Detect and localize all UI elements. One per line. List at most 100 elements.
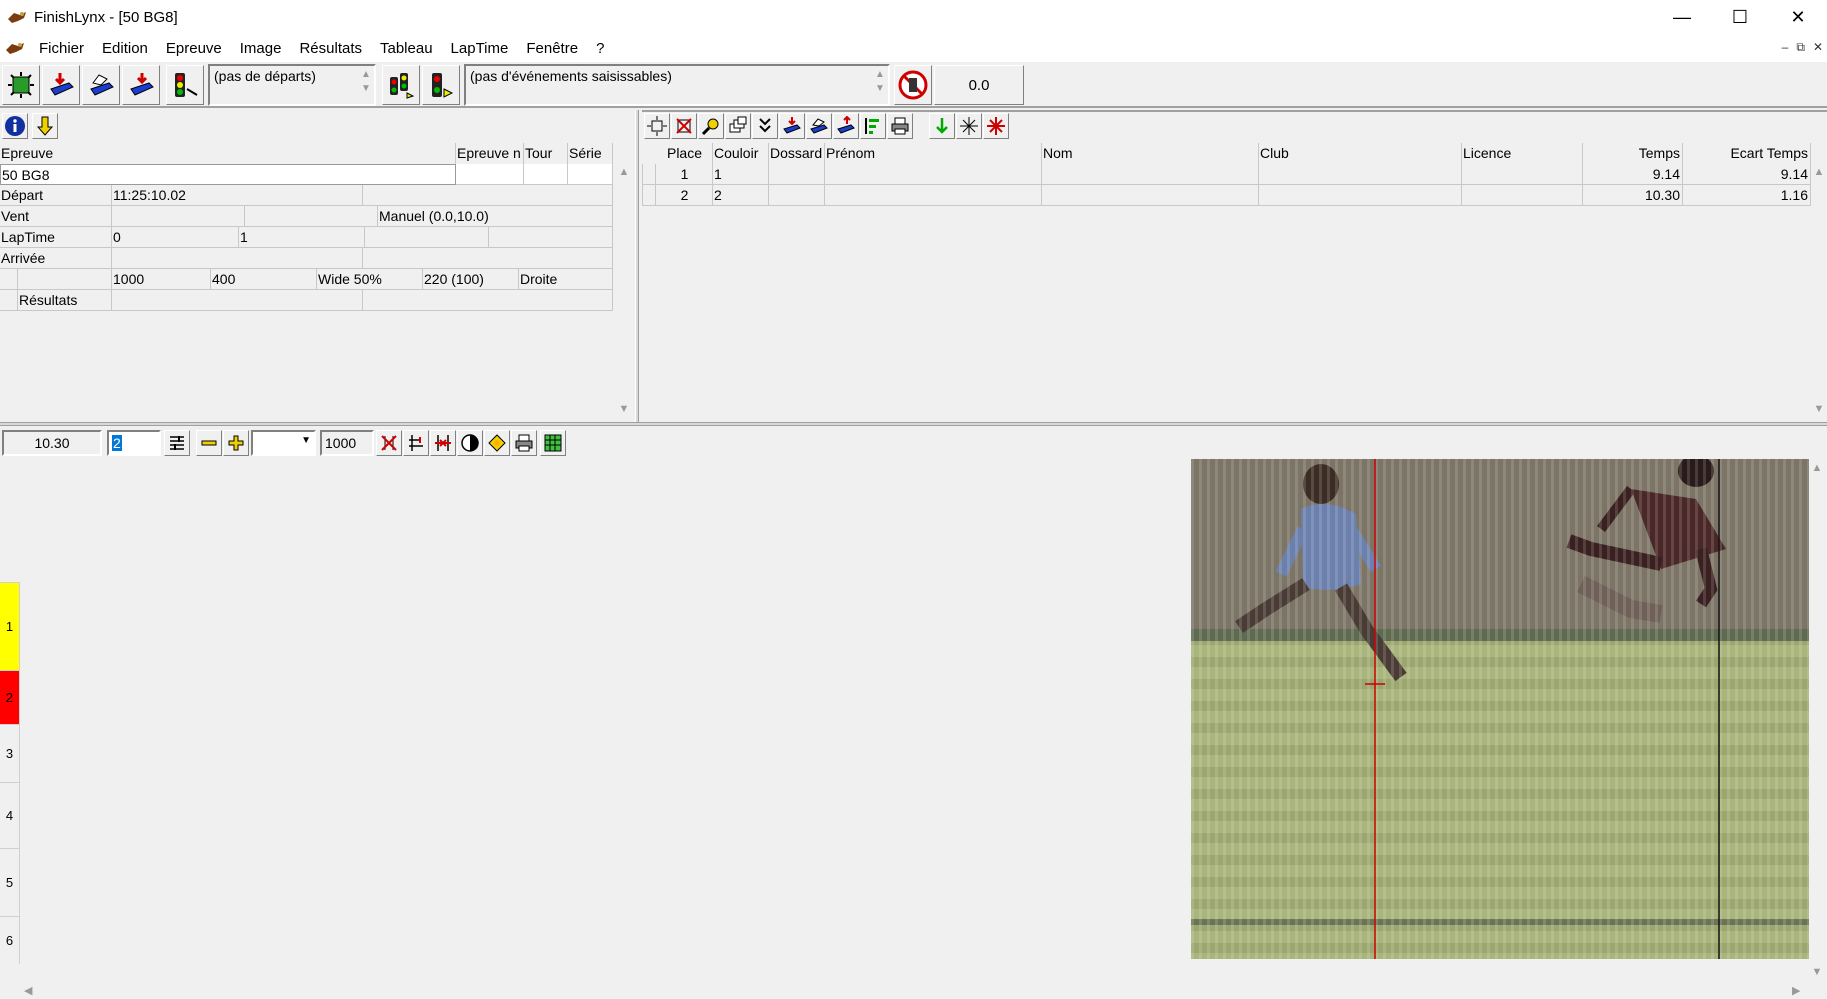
col-ecart-temps[interactable]: Ecart Temps bbox=[1683, 143, 1811, 164]
mdi-close-button[interactable]: ✕ bbox=[1813, 40, 1823, 55]
sort-results-button[interactable] bbox=[860, 113, 886, 139]
clear-image-button[interactable] bbox=[376, 430, 402, 456]
accept-button[interactable] bbox=[929, 113, 955, 139]
image-scroll-up[interactable]: ▲ bbox=[1809, 462, 1825, 474]
no-entry-button[interactable] bbox=[894, 65, 932, 105]
wind-mode[interactable]: Manuel (0.0,10.0) bbox=[378, 206, 613, 227]
open-event-button[interactable] bbox=[42, 65, 80, 105]
lane-input[interactable]: 2 bbox=[107, 430, 161, 456]
zoom-out-button[interactable] bbox=[196, 430, 222, 456]
cell-place[interactable]: 1 bbox=[656, 164, 713, 185]
starts-combo-spin[interactable]: ▲ ▼ bbox=[360, 68, 372, 96]
cell-license[interactable] bbox=[1462, 185, 1583, 206]
cell-first-name[interactable] bbox=[825, 185, 1042, 206]
starts-combo[interactable]: (pas de départs) ▲ ▼ bbox=[208, 64, 376, 106]
col-nom[interactable]: Nom bbox=[1042, 143, 1259, 164]
import-results-button[interactable] bbox=[779, 113, 805, 139]
results-scroll-up[interactable]: ▲ bbox=[1811, 166, 1827, 178]
sort-down-button[interactable] bbox=[32, 113, 58, 139]
cell-lane[interactable]: 1 bbox=[713, 164, 769, 185]
start-extra-value[interactable] bbox=[363, 185, 613, 206]
cell-club[interactable] bbox=[1259, 164, 1462, 185]
lane-label-3[interactable]: 3 bbox=[0, 724, 20, 782]
export-results-button[interactable] bbox=[833, 113, 859, 139]
results-value[interactable] bbox=[112, 290, 363, 311]
laptime-value-3[interactable] bbox=[365, 227, 489, 248]
density-input[interactable]: 1000 bbox=[320, 430, 374, 456]
menu-epreuve[interactable]: Epreuve bbox=[157, 40, 231, 57]
image-scroll-down[interactable]: ▼ bbox=[1809, 966, 1825, 978]
cell-bib[interactable] bbox=[769, 185, 825, 206]
lane-label-5[interactable]: 5 bbox=[0, 848, 20, 916]
cell-club[interactable] bbox=[1259, 185, 1462, 206]
col-licence[interactable]: Licence bbox=[1462, 143, 1583, 164]
col-couloir[interactable]: Couloir bbox=[713, 143, 769, 164]
cell-place[interactable]: 2 bbox=[656, 185, 713, 206]
start-sensor-button[interactable] bbox=[166, 65, 204, 105]
menu-edition[interactable]: Edition bbox=[93, 40, 157, 57]
cell-time[interactable]: 9.14 bbox=[1583, 164, 1683, 185]
left-scroll-up[interactable]: ▲ bbox=[616, 166, 632, 178]
laptime-value-2[interactable]: 1 bbox=[239, 227, 365, 248]
finish-value[interactable] bbox=[112, 248, 363, 269]
clear-results-button[interactable] bbox=[983, 113, 1009, 139]
image-scroll-left[interactable]: ◀ bbox=[24, 984, 32, 997]
import-event-button[interactable] bbox=[122, 65, 160, 105]
event-number-field[interactable] bbox=[456, 164, 524, 185]
col-place[interactable]: Place bbox=[656, 143, 713, 164]
cell-gap[interactable]: 1.16 bbox=[1683, 185, 1811, 206]
row-selector[interactable] bbox=[642, 185, 656, 206]
delete-capture-button[interactable] bbox=[671, 113, 697, 139]
grid-button[interactable] bbox=[540, 430, 566, 456]
cell-lane[interactable]: 2 bbox=[713, 185, 769, 206]
event-heat-field[interactable] bbox=[568, 164, 613, 185]
menu-fenetre[interactable]: Fenêtre bbox=[517, 40, 587, 57]
col-dossard[interactable]: Dossard bbox=[769, 143, 825, 164]
image-density-value[interactable]: 1000 bbox=[112, 269, 211, 290]
info-button[interactable] bbox=[2, 113, 28, 139]
cell-last-name[interactable] bbox=[1042, 185, 1259, 206]
print-image-button[interactable] bbox=[511, 430, 537, 456]
minimize-button[interactable]: — bbox=[1653, 0, 1711, 34]
col-temps[interactable]: Temps bbox=[1583, 143, 1683, 164]
auto-split-button[interactable] bbox=[956, 113, 982, 139]
lane-label-1[interactable]: 1 bbox=[0, 582, 20, 670]
events-combo-spin[interactable]: ▲ ▼ bbox=[874, 68, 886, 96]
cell-last-name[interactable] bbox=[1042, 164, 1259, 185]
col-prenom[interactable]: Prénom bbox=[825, 143, 1042, 164]
left-scroll-down[interactable]: ▼ bbox=[616, 403, 632, 415]
capture-results-button[interactable] bbox=[644, 113, 670, 139]
menu-fichier[interactable]: Fichier bbox=[30, 40, 93, 57]
mdi-restore-button[interactable]: ⧉ bbox=[1796, 40, 1805, 55]
brightness-button[interactable] bbox=[484, 430, 510, 456]
lane-label-6[interactable]: 6 bbox=[0, 916, 20, 964]
print-results-button[interactable] bbox=[887, 113, 913, 139]
collapse-button[interactable] bbox=[752, 113, 778, 139]
direction-value[interactable]: Droite bbox=[519, 269, 613, 290]
zoom-mode-value[interactable]: Wide 50% bbox=[317, 269, 423, 290]
document-icon[interactable] bbox=[4, 40, 26, 56]
laptime-value-4[interactable] bbox=[489, 227, 613, 248]
lane-label-2[interactable]: 2 bbox=[0, 670, 20, 724]
cell-time[interactable]: 10.30 bbox=[1583, 185, 1683, 206]
laptime-value-1[interactable]: 0 bbox=[112, 227, 239, 248]
event-round-field[interactable] bbox=[524, 164, 568, 185]
event-name-field[interactable]: 50 BG8 bbox=[0, 164, 456, 185]
events-combo[interactable]: (pas d'événements saisissables) ▲ ▼ bbox=[464, 64, 890, 106]
edit-event-button[interactable] bbox=[82, 65, 120, 105]
menu-image[interactable]: Image bbox=[231, 40, 291, 57]
lane-list-button[interactable] bbox=[164, 430, 190, 456]
col-club[interactable]: Club bbox=[1259, 143, 1462, 164]
row-selector[interactable] bbox=[642, 164, 656, 185]
hurdle-button[interactable] bbox=[403, 430, 429, 456]
menu-laptime[interactable]: LapTime bbox=[442, 40, 518, 57]
edit-results-button[interactable] bbox=[806, 113, 832, 139]
results-scroll-down[interactable]: ▼ bbox=[1811, 403, 1827, 415]
start-time-value[interactable]: 11:25:10.02 bbox=[112, 185, 363, 206]
manual-start-button[interactable] bbox=[422, 65, 460, 105]
frame-rate-value[interactable]: 220 (100) bbox=[423, 269, 519, 290]
zoom-select[interactable]: ▼ bbox=[251, 430, 316, 456]
cell-gap[interactable]: 9.14 bbox=[1683, 164, 1811, 185]
cell-license[interactable] bbox=[1462, 164, 1583, 185]
windows-button[interactable] bbox=[725, 113, 751, 139]
